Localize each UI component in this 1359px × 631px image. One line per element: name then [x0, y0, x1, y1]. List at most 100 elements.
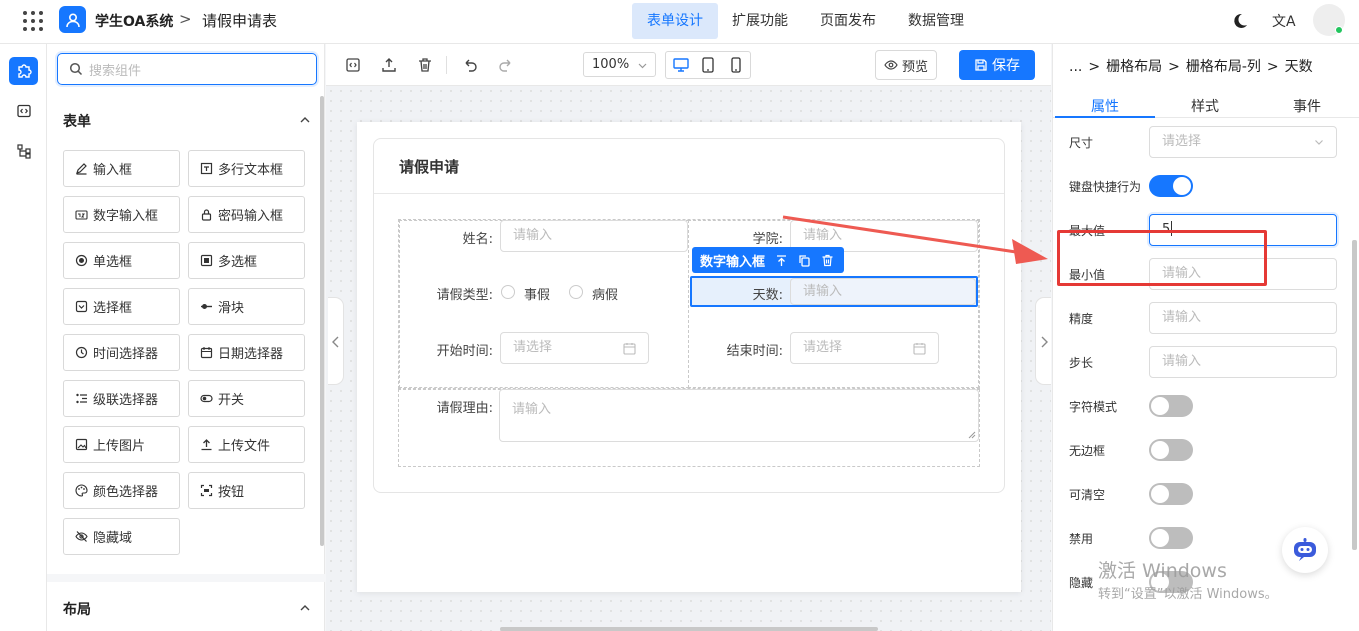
- radio-personal-leave[interactable]: [501, 285, 515, 299]
- tab-properties[interactable]: 属性: [1055, 96, 1155, 116]
- tab-form-design[interactable]: 表单设计: [632, 3, 718, 39]
- language-icon[interactable]: 文A: [1272, 11, 1296, 31]
- top-bar: 学生OA系统 > 请假申请表 表单设计 扩展功能 页面发布 数据管理 文A: [0, 0, 1359, 44]
- start-time-label: 开始时间:: [436, 344, 493, 359]
- prop-input[interactable]: 请输入: [1149, 258, 1337, 290]
- tab-extensions[interactable]: 扩展功能: [718, 3, 802, 39]
- checkbox-icon: [200, 254, 213, 267]
- component-switch-button[interactable]: 开关: [188, 380, 305, 417]
- source-code-nav-button[interactable]: [9, 97, 38, 125]
- prop-select[interactable]: 请选择: [1149, 126, 1337, 158]
- prop-label: 字符模式: [1069, 400, 1118, 414]
- component-label: 密码输入框: [218, 209, 284, 224]
- resize-handle-icon[interactable]: [968, 431, 976, 439]
- reason-textarea[interactable]: 请输入: [499, 389, 979, 442]
- clear-trash-icon[interactable]: [416, 56, 434, 74]
- breadcrumb-grid[interactable]: 栅格布局: [1106, 59, 1162, 75]
- outline-tree-nav-button[interactable]: [9, 137, 38, 165]
- component-label: 时间选择器: [93, 347, 159, 362]
- text-caret: [1171, 221, 1173, 236]
- component-slider-button[interactable]: 滑块: [188, 288, 305, 325]
- radio-sick-leave[interactable]: [569, 285, 583, 299]
- prop-switch[interactable]: [1149, 483, 1193, 505]
- component-image-button[interactable]: 上传图片: [63, 426, 180, 463]
- prop-input[interactable]: 5: [1149, 214, 1337, 246]
- component-label: 数字输入框: [93, 209, 159, 224]
- components-nav-button[interactable]: [9, 57, 38, 85]
- component-calendar-button[interactable]: 日期选择器: [188, 334, 305, 371]
- clock-icon: [75, 346, 88, 359]
- component-palette-button[interactable]: 颜色选择器: [63, 472, 180, 509]
- mobile-view-button[interactable]: [723, 56, 749, 74]
- view-code-icon[interactable]: [344, 56, 362, 74]
- component-upload-button[interactable]: 上传文件: [188, 426, 305, 463]
- properties-scrollbar[interactable]: [1352, 240, 1357, 550]
- chevron-up-icon[interactable]: [299, 114, 311, 126]
- component-select-button[interactable]: 选择框: [63, 288, 180, 325]
- prop-switch[interactable]: [1149, 175, 1193, 197]
- breadcrumb-grid-col[interactable]: 栅格布局-列: [1186, 59, 1261, 75]
- prop-input[interactable]: 请输入: [1149, 302, 1337, 334]
- dark-mode-icon[interactable]: [1231, 12, 1249, 30]
- redo-icon[interactable]: [497, 56, 515, 74]
- delete-icon[interactable]: [821, 254, 834, 267]
- apps-grid-icon[interactable]: [22, 10, 44, 32]
- left-icon-strip: [0, 44, 47, 631]
- preview-eye-icon: [884, 60, 898, 70]
- component-radio-button[interactable]: 单选框: [63, 242, 180, 279]
- undo-icon[interactable]: [461, 56, 479, 74]
- component-cascader-button[interactable]: 级联选择器: [63, 380, 180, 417]
- input-placeholder: 请选择: [1162, 134, 1202, 149]
- breadcrumb-separator: >: [1168, 59, 1180, 75]
- days-number-input[interactable]: 请输入: [790, 278, 976, 305]
- palette-icon: [75, 484, 88, 497]
- input-placeholder: 请输入: [1162, 354, 1202, 369]
- prop-switch[interactable]: [1149, 439, 1193, 461]
- tablet-view-button[interactable]: [695, 56, 721, 74]
- name-input[interactable]: 请输入: [500, 220, 688, 252]
- copy-icon[interactable]: [798, 254, 811, 267]
- move-up-icon[interactable]: [775, 254, 788, 267]
- prop-label: 精度: [1069, 312, 1094, 326]
- desktop-view-button[interactable]: [668, 56, 694, 74]
- tab-data-management[interactable]: 数据管理: [894, 3, 978, 39]
- assistant-bot-button[interactable]: [1282, 527, 1328, 573]
- component-panel-scrollbar[interactable]: [320, 96, 324, 546]
- collapse-left-panel-button[interactable]: [328, 297, 344, 385]
- textarea-icon: [200, 162, 213, 175]
- start-time-picker[interactable]: 请选择: [500, 332, 649, 364]
- switch-knob: [1151, 441, 1169, 459]
- component-button-button[interactable]: 按钮: [188, 472, 305, 509]
- canvas-horizontal-scrollbar[interactable]: [500, 627, 878, 631]
- chevron-up-icon[interactable]: [299, 602, 311, 614]
- tab-page-publish[interactable]: 页面发布: [806, 3, 890, 39]
- end-time-picker[interactable]: 请选择: [790, 332, 939, 364]
- breadcrumb-current: 天数: [1284, 59, 1313, 75]
- search-input[interactable]: 搜索组件: [57, 53, 317, 85]
- radio-sick-leave-label[interactable]: 病假: [592, 284, 618, 303]
- import-icon[interactable]: [380, 56, 398, 74]
- component-pencil-button[interactable]: 输入框: [63, 150, 180, 187]
- prop-input[interactable]: 请输入: [1149, 346, 1337, 378]
- preview-button[interactable]: 预览: [875, 50, 937, 80]
- component-eye-off-button[interactable]: 隐藏域: [63, 518, 180, 555]
- component-clock-button[interactable]: 时间选择器: [63, 334, 180, 371]
- breadcrumb-ellipsis[interactable]: ...: [1069, 59, 1082, 75]
- image-icon: [75, 438, 88, 451]
- component-checkbox-button[interactable]: 多选框: [188, 242, 305, 279]
- prop-switch[interactable]: [1149, 527, 1193, 549]
- component-label: 隐藏域: [93, 531, 133, 546]
- zoom-select[interactable]: 100%: [583, 52, 656, 77]
- radio-personal-leave-label[interactable]: 事假: [524, 284, 550, 303]
- collapse-right-panel-button[interactable]: [1035, 297, 1051, 385]
- component-label: 选择框: [93, 301, 133, 316]
- component-number-input-button[interactable]: 数字输入框: [63, 196, 180, 233]
- lock-icon: [201, 209, 212, 221]
- component-lock-button[interactable]: 密码输入框: [188, 196, 305, 233]
- tab-events[interactable]: 事件: [1257, 96, 1357, 116]
- tab-style[interactable]: 样式: [1155, 96, 1255, 116]
- component-label: 按钮: [218, 485, 245, 500]
- prop-switch[interactable]: [1149, 395, 1193, 417]
- save-button[interactable]: 保存: [959, 50, 1035, 80]
- component-textarea-button[interactable]: 多行文本框: [188, 150, 305, 187]
